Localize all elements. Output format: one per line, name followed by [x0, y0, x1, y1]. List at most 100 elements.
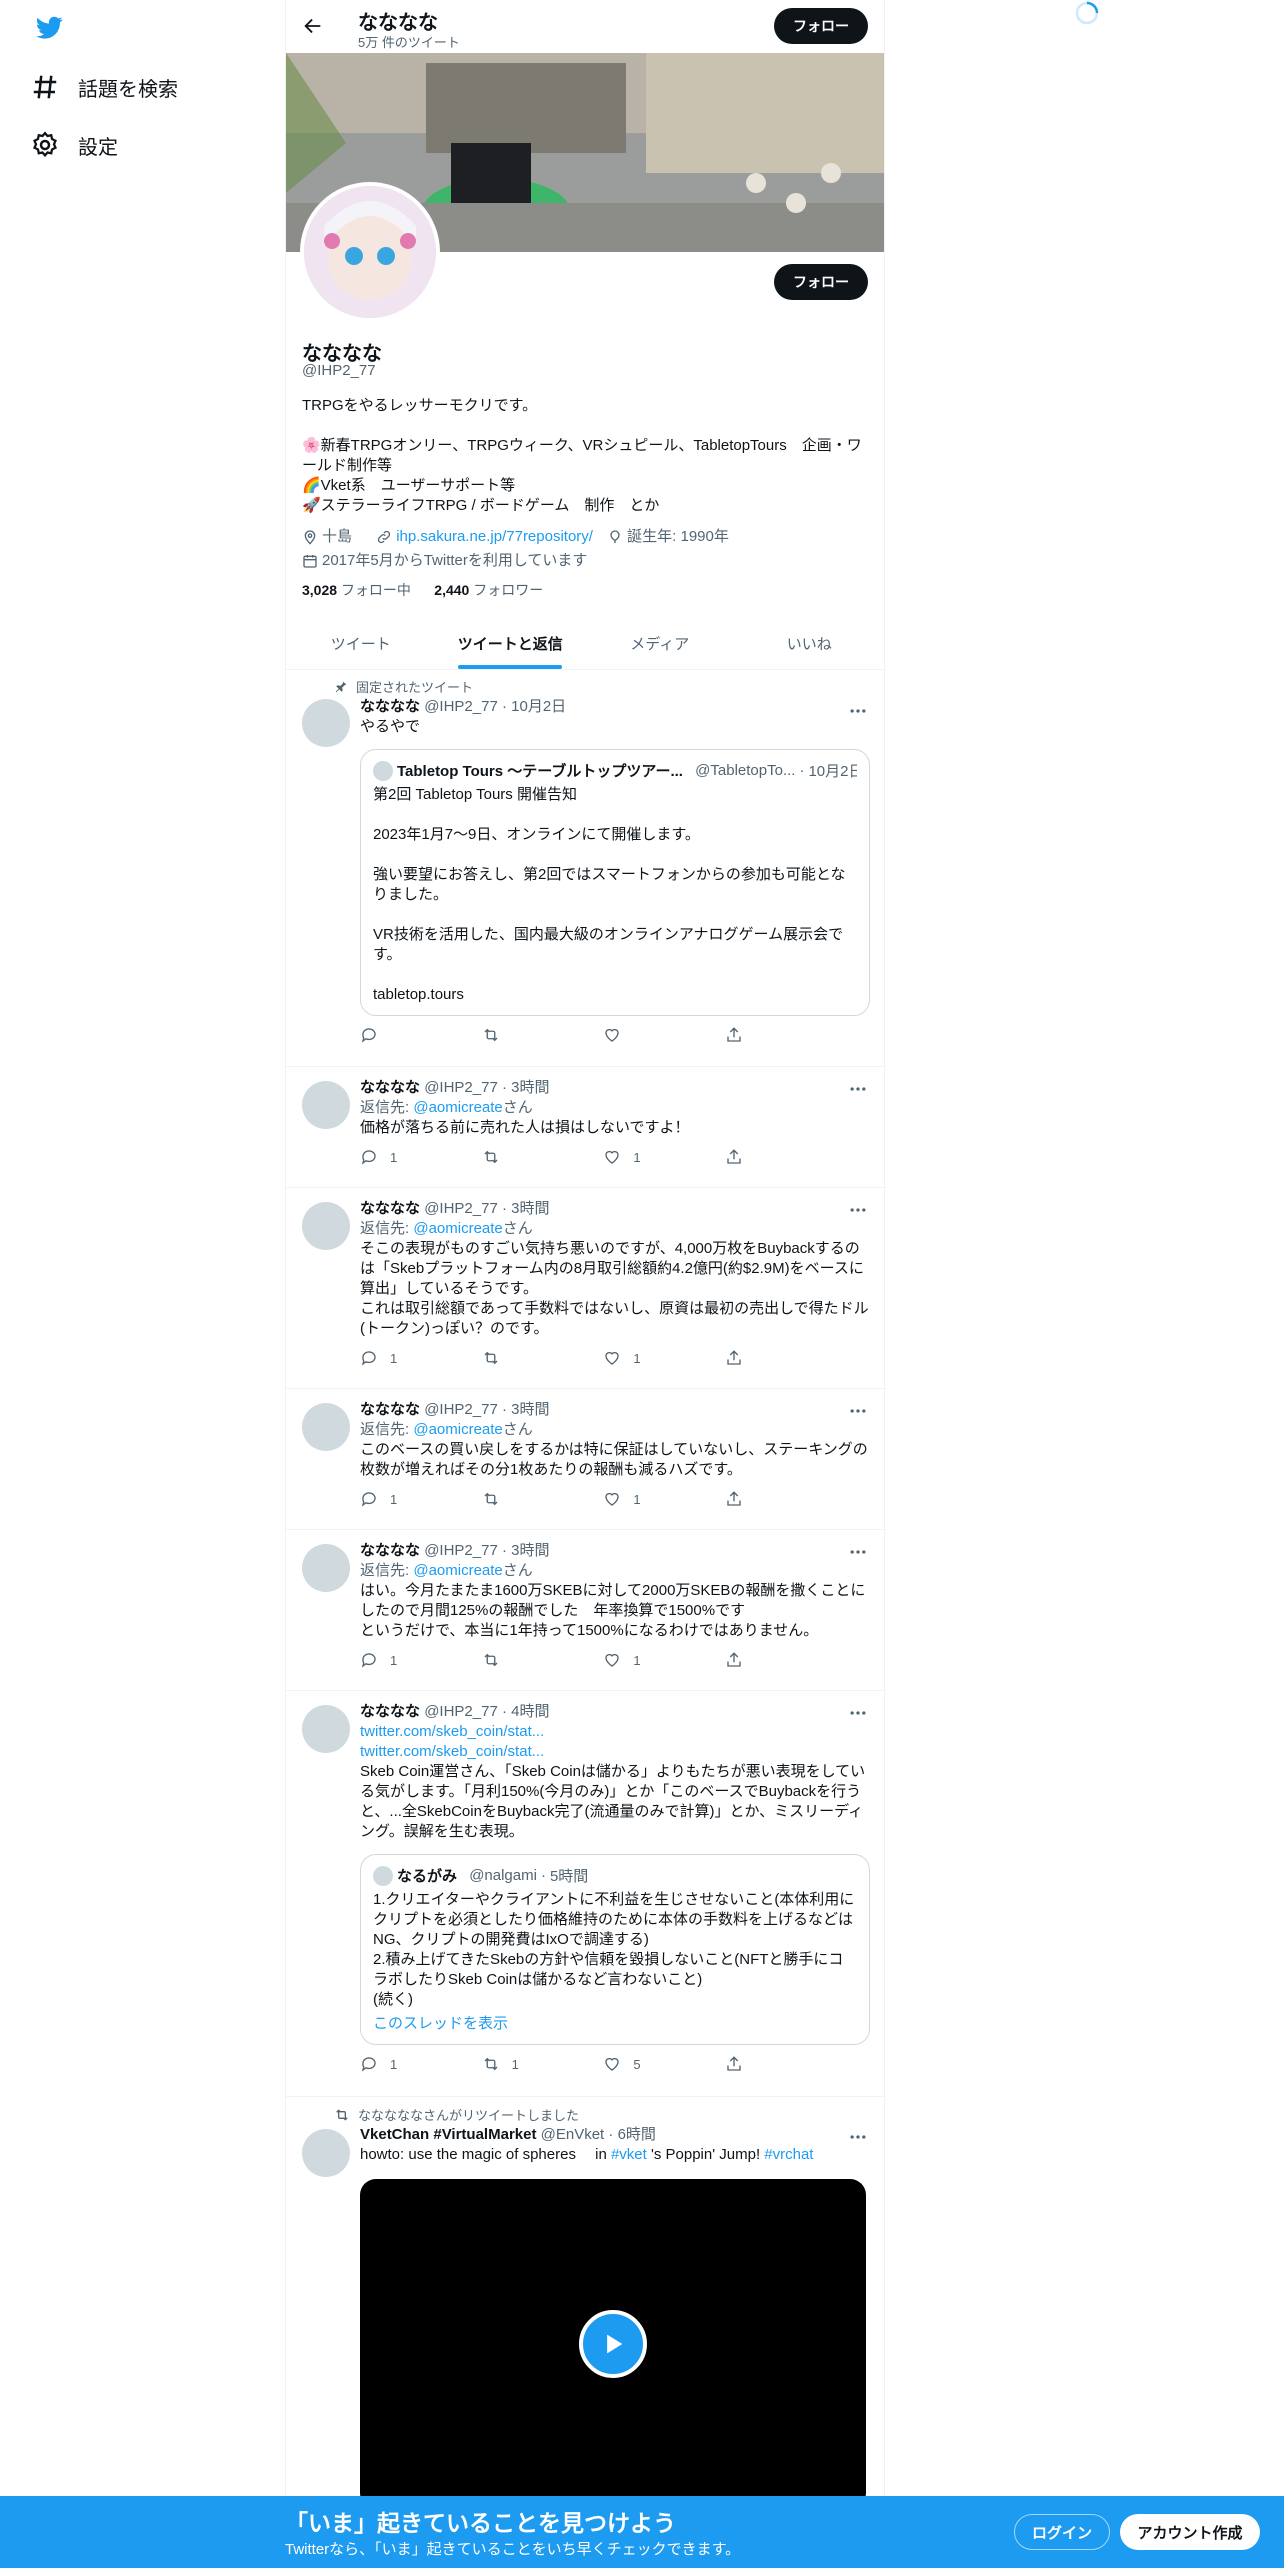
- reply-icon: [361, 1150, 376, 1165]
- hashtag-link[interactable]: #vket: [611, 2146, 647, 2163]
- signup-button[interactable]: アカウント作成: [1120, 2514, 1260, 2550]
- like-button[interactable]: 1: [603, 1349, 663, 1367]
- profile-follow-button[interactable]: フォロー: [774, 264, 868, 300]
- tweet[interactable]: なななな @IHP2_77 · 3時間 返信先: @aomicreateさん そ…: [286, 1188, 884, 1389]
- like-button[interactable]: 1: [603, 1651, 663, 1669]
- share-button[interactable]: [725, 1490, 785, 1508]
- twitter-logo-icon[interactable]: [34, 14, 64, 42]
- nav-explore[interactable]: 話題を検索: [30, 72, 178, 102]
- bottom-bar-title: 「いま」起きていることを見つけよう: [285, 2510, 676, 2536]
- quote-text: 第2回 Tabletop Tours 開催告知 2023年1月7～9日、オンライ…: [373, 786, 846, 1003]
- tweet-header: なななな @IHP2_77 · 3時間: [360, 1200, 550, 1217]
- retweet-indicator: なななななさんがリツイートしました: [334, 2105, 579, 2124]
- header-follow-button[interactable]: フォロー: [774, 8, 868, 44]
- retweet-button[interactable]: [482, 1651, 542, 1669]
- tab-tweets-and-replies[interactable]: ツイートと返信: [436, 618, 586, 669]
- share-button[interactable]: [725, 1148, 785, 1166]
- tweet-actions: 1 1: [360, 1490, 785, 1508]
- tweet-text: howto: use the magic of spheres in #vket…: [360, 2146, 814, 2163]
- quote-tweet[interactable]: なるがみ @nalgami · 5時間 1.クリエイターやクライアントに不利益を…: [360, 1854, 870, 2045]
- tweet-text: はい。今月たまたま1600万SKEBに対して2000万SKEBの報酬を撒くことに…: [360, 1582, 866, 1639]
- tweet-video[interactable]: [360, 2179, 866, 2509]
- tweet-header: なななな @IHP2_77 · 3時間: [360, 1079, 550, 1096]
- profile-tabs: ツイート ツイートと返信 メディア いいね: [286, 618, 884, 670]
- tab-likes[interactable]: いいね: [735, 618, 885, 669]
- login-button[interactable]: ログイン: [1014, 2514, 1110, 2550]
- tweet-pinned[interactable]: 固定されたツイート なななな @IHP2_77 · 10月2日 やるやで Tab…: [286, 671, 884, 1067]
- share-icon: [727, 1027, 741, 1042]
- reply-button[interactable]: 1: [360, 2055, 420, 2073]
- tweet[interactable]: なななな @IHP2_77 · 3時間 返信先: @aomicreateさん は…: [286, 1530, 884, 1691]
- tweet-actions: 1 1: [360, 1148, 785, 1166]
- signup-bottom-bar: 「いま」起きていることを見つけよう Twitterなら、「いま」起きていることを…: [0, 2496, 1284, 2568]
- retweet-button[interactable]: [482, 1026, 542, 1044]
- tweet[interactable]: なななな @IHP2_77 · 4時間 twitter.com/skeb_coi…: [286, 1691, 884, 2097]
- nav-explore-label: 話題を検索: [78, 78, 178, 101]
- like-button[interactable]: [603, 1026, 663, 1044]
- retweet-button[interactable]: [482, 1349, 542, 1367]
- tweet-header: なななな @IHP2_77 · 4時間: [360, 1703, 550, 1720]
- header-tweet-count: 5万 件のツイート: [358, 35, 460, 50]
- reply-button[interactable]: 1: [360, 1148, 420, 1166]
- heart-icon: [605, 1150, 619, 1164]
- tab-tweets[interactable]: ツイート: [286, 618, 436, 669]
- reply-to: 返信先: @aomicreateさん: [360, 1421, 533, 1438]
- share-button[interactable]: [725, 1026, 785, 1044]
- following-link[interactable]: 3,028 フォロー中: [302, 582, 411, 598]
- share-button[interactable]: [725, 1349, 785, 1367]
- tweet-avatar[interactable]: [302, 699, 350, 747]
- like-button[interactable]: 1: [603, 1490, 663, 1508]
- tweet-avatar[interactable]: [302, 1705, 350, 1753]
- tweet-header: なななな @IHP2_77 · 10月2日: [360, 698, 567, 715]
- tweet-link[interactable]: twitter.com/skeb_coin/stat...: [360, 1743, 544, 1760]
- play-button[interactable]: [579, 2310, 647, 2378]
- quote-header: なるがみ @nalgami · 5時間: [373, 1865, 857, 1886]
- share-icon: [727, 1350, 741, 1365]
- tweet[interactable]: なななな @IHP2_77 · 3時間 返信先: @aomicreateさん 価…: [286, 1067, 884, 1188]
- show-thread-link[interactable]: このスレッドを表示: [373, 2015, 508, 2032]
- tweet-avatar[interactable]: [302, 1544, 350, 1592]
- retweet-button[interactable]: [482, 1490, 542, 1508]
- reply-to: 返信先: @aomicreateさん: [360, 1220, 533, 1237]
- tweet-link[interactable]: twitter.com/skeb_coin/stat...: [360, 1723, 544, 1740]
- pinned-indicator: 固定されたツイート: [334, 677, 473, 696]
- gear-icon: [33, 131, 57, 158]
- bio-line: TRPGをやるレッサーモクリです。: [302, 397, 538, 414]
- tweet-text: このベースの買い戻しをするかは特に保証はしていないし、ステーキングの枚数が増えれ…: [360, 1441, 868, 1478]
- like-button[interactable]: 1: [603, 1148, 663, 1166]
- like-button[interactable]: 5: [603, 2055, 663, 2073]
- nav-settings[interactable]: 設定: [30, 130, 118, 160]
- balloon-icon: [610, 530, 620, 543]
- calendar-icon: [303, 555, 317, 568]
- quote-tweet[interactable]: Tabletop Tours ～テーブルトップツアー... @TabletopT…: [360, 749, 870, 1016]
- retweet-button[interactable]: [482, 1148, 542, 1166]
- share-button[interactable]: [725, 2055, 785, 2073]
- profile-header-bar: なななな 5万 件のツイート フォロー: [286, 0, 884, 53]
- bio-line: 🚀ステラーライフTRPG / ボードゲーム 制作 とか: [302, 497, 660, 514]
- tweet-avatar[interactable]: [302, 1403, 350, 1451]
- followers-link[interactable]: 2,440 フォロワー: [434, 582, 543, 598]
- retweet-button[interactable]: 1: [482, 2055, 542, 2073]
- reply-button[interactable]: 1: [360, 1349, 420, 1367]
- reply-button[interactable]: 1: [360, 1490, 420, 1508]
- tweet-actions: 1 1: [360, 1349, 785, 1367]
- profile-url[interactable]: ihp.sakura.ne.jp/77repository/: [376, 527, 593, 547]
- tweet-avatar[interactable]: [302, 2129, 350, 2177]
- tweet[interactable]: なななな @IHP2_77 · 3時間 返信先: @aomicreateさん こ…: [286, 1389, 884, 1530]
- reply-button[interactable]: [360, 1026, 420, 1044]
- reply-icon: [361, 1653, 376, 1668]
- location-pin-icon: [304, 530, 316, 545]
- reply-button[interactable]: 1: [360, 1651, 420, 1669]
- share-button[interactable]: [725, 1651, 785, 1669]
- back-arrow-icon[interactable]: [302, 15, 324, 37]
- follow-stats: 3,028 フォロー中 2,440 フォロワー: [302, 580, 543, 600]
- profile-avatar[interactable]: [300, 182, 440, 322]
- tweet-avatar[interactable]: [302, 1202, 350, 1250]
- tweet-avatar[interactable]: [302, 1081, 350, 1129]
- tab-media[interactable]: メディア: [585, 618, 735, 669]
- tweet-header: VketChan #VirtualMarket @EnVket · 6時間: [360, 2126, 656, 2143]
- header-name: なななな: [358, 12, 438, 34]
- hashtag-link[interactable]: #vrchat: [764, 2146, 813, 2163]
- play-icon: [607, 2334, 623, 2354]
- retweet-icon: [484, 1653, 498, 1667]
